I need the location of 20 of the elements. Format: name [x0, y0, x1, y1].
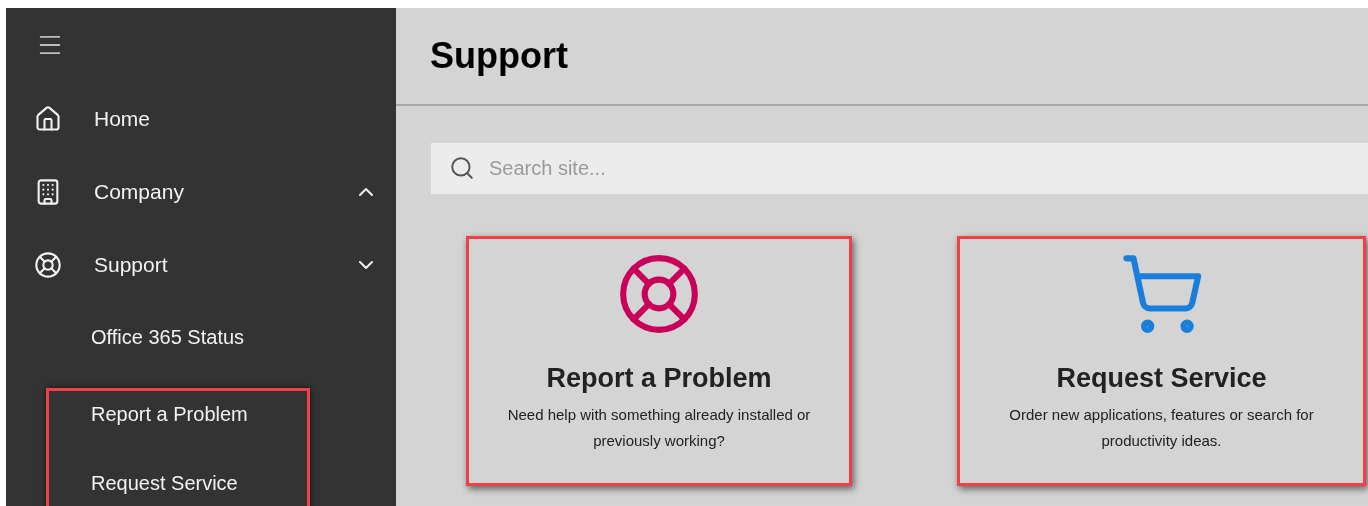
card-title: Request Service [1056, 363, 1267, 394]
service-card[interactable]: Request Service Order new applications, features or search for productivity ideas. [957, 236, 1366, 486]
sidebar-item-label: Support [94, 252, 169, 277]
sidebar-item[interactable]: Company [6, 155, 396, 228]
sidebar-subitem[interactable]: Office 365 Status [6, 301, 396, 374]
sidebar-subitem[interactable]: Report a Problem [49, 391, 307, 437]
home-icon [34, 104, 62, 133]
search-icon [449, 155, 475, 181]
service-card[interactable]: Report a Problem Need help with something already installed or previously working? [466, 236, 852, 486]
sidebar-subitem[interactable]: Request Service [49, 447, 307, 506]
sidebar-item[interactable]: Home [6, 82, 396, 155]
card-description: Need help with something already installed or previously working? [506, 405, 812, 451]
page-title: Support [430, 35, 568, 77]
lifebuoy-icon [34, 250, 62, 279]
search-field[interactable]: Search site... [431, 143, 1368, 194]
card-description: Order new applications, features or search for productivity ideas. [1008, 405, 1315, 451]
sidebar-item[interactable]: Support [6, 228, 396, 301]
card-title: Report a Problem [546, 363, 772, 394]
sidebar-item-label: Home [94, 106, 152, 131]
sidebar-item-label: Company [94, 179, 185, 204]
